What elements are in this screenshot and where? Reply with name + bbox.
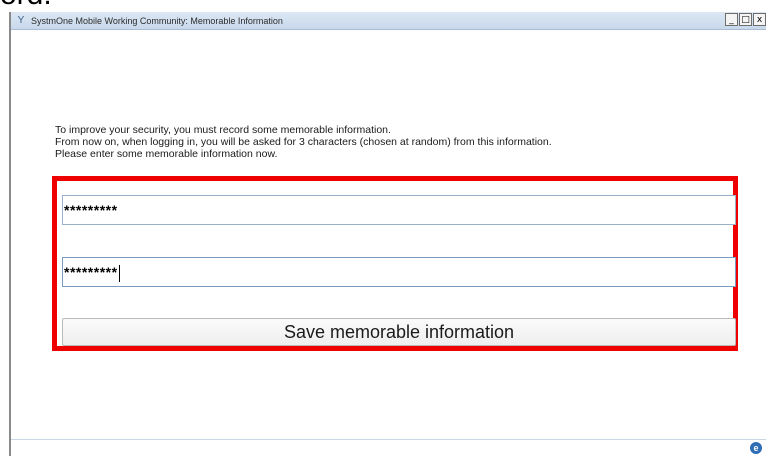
window-controls: _ □ x — [724, 13, 766, 28]
instructions: To improve your security, you must recor… — [55, 124, 552, 160]
footer-divider — [11, 439, 766, 440]
cropped-heading-text: ord. — [0, 0, 52, 10]
memorable-info-value: ********* — [64, 202, 118, 218]
instruction-line: From now on, when logging in, you will b… — [55, 136, 552, 148]
dialog-content: To improve your security, you must recor… — [11, 30, 766, 456]
instruction-line: To improve your security, you must recor… — [55, 124, 391, 136]
confirm-memorable-info-value: ********* — [64, 264, 118, 280]
title-bar[interactable]: Y SystmOne Mobile Working Community: Mem… — [11, 12, 766, 30]
text-caret — [118, 264, 120, 282]
instruction-line: Please enter some memorable information … — [55, 148, 278, 160]
maximize-button[interactable]: □ — [739, 13, 752, 26]
window-title: SystmOne Mobile Working Community: Memor… — [31, 16, 283, 26]
save-memorable-information-button[interactable]: Save memorable information — [62, 318, 736, 346]
systmone-icon: Y — [17, 15, 25, 26]
red-highlight-box: ********* ********* Save memorable infor… — [52, 176, 738, 351]
confirm-memorable-info-field[interactable]: ********* — [62, 257, 736, 287]
memorable-information-window: Y SystmOne Mobile Working Community: Mem… — [9, 12, 766, 456]
minimize-button[interactable]: _ — [725, 13, 738, 26]
refresh-icon[interactable]: e — [750, 442, 762, 454]
memorable-info-field[interactable]: ********* — [62, 195, 736, 225]
close-button[interactable]: x — [753, 13, 766, 26]
